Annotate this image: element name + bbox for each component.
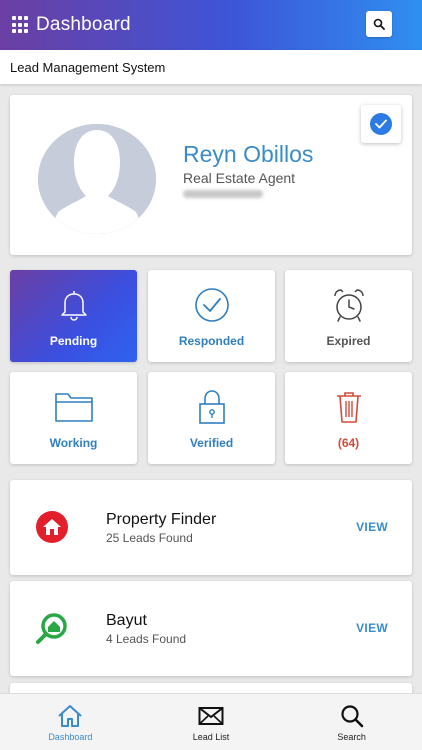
bayut-logo-icon — [36, 613, 67, 644]
folder-icon — [54, 393, 93, 422]
tile-deleted[interactable]: (64) — [285, 372, 412, 464]
nav-dashboard-label: Dashboard — [48, 732, 93, 742]
grid-menu-icon[interactable] — [12, 16, 30, 34]
source-lead-count: 4 Leads Found — [106, 632, 187, 646]
nav-search[interactable]: Search — [281, 694, 422, 750]
verified-badge[interactable] — [361, 105, 401, 143]
tile-responded[interactable]: Responded — [148, 270, 275, 362]
search-icon — [373, 18, 385, 30]
profile-role: Real Estate Agent — [183, 170, 296, 186]
lock-icon — [198, 390, 225, 424]
nav-lead-list-label: Lead List — [192, 732, 230, 742]
profile-card: Reyn Obillos Real Estate Agent — [10, 95, 412, 255]
page-title: Dashboard — [36, 14, 131, 35]
alarm-clock-icon — [333, 289, 364, 322]
tile-expired[interactable]: Expired — [285, 270, 412, 362]
trash-icon — [336, 392, 361, 423]
tile-responded-label: Responded — [178, 334, 245, 348]
check-circle-icon — [194, 288, 229, 322]
tile-working-label: Working — [49, 436, 98, 450]
check-icon — [375, 119, 387, 129]
tile-verified[interactable]: Verified — [148, 372, 275, 464]
search-icon — [341, 705, 363, 728]
nav-dashboard[interactable]: Dashboard — [0, 694, 141, 750]
search-button[interactable] — [366, 11, 392, 37]
source-title: Property Finder — [106, 511, 217, 528]
source-title: Bayut — [106, 612, 147, 629]
view-button[interactable]: VIEW — [356, 621, 388, 635]
tile-pending[interactable]: Pending — [10, 270, 137, 362]
source-row-property-finder[interactable]: Property Finder 25 Leads Found VIEW — [10, 480, 412, 575]
redacted-detail — [183, 190, 263, 198]
app-bar: Dashboard — [0, 0, 422, 50]
tile-verified-label: Verified — [189, 436, 234, 450]
bottom-nav: Dashboard Lead List Search — [0, 693, 422, 750]
nav-search-label: Search — [337, 732, 366, 742]
source-lead-count: 25 Leads Found — [106, 531, 193, 545]
avatar — [38, 124, 156, 234]
sub-header: Lead Management System — [0, 50, 422, 84]
view-button[interactable]: VIEW — [356, 520, 388, 534]
tile-pending-label: Pending — [49, 334, 98, 348]
tile-deleted-count: (64) — [337, 436, 360, 450]
tile-expired-label: Expired — [326, 334, 371, 348]
tile-working[interactable]: Working — [10, 372, 137, 464]
source-row-bayut[interactable]: Bayut 4 Leads Found VIEW — [10, 581, 412, 676]
profile-name: Reyn Obillos — [183, 141, 314, 167]
nav-lead-list[interactable]: Lead List — [141, 694, 282, 750]
property-finder-logo-icon — [36, 511, 68, 543]
home-icon — [58, 705, 83, 727]
mail-icon — [198, 707, 224, 725]
bell-icon — [60, 291, 87, 321]
